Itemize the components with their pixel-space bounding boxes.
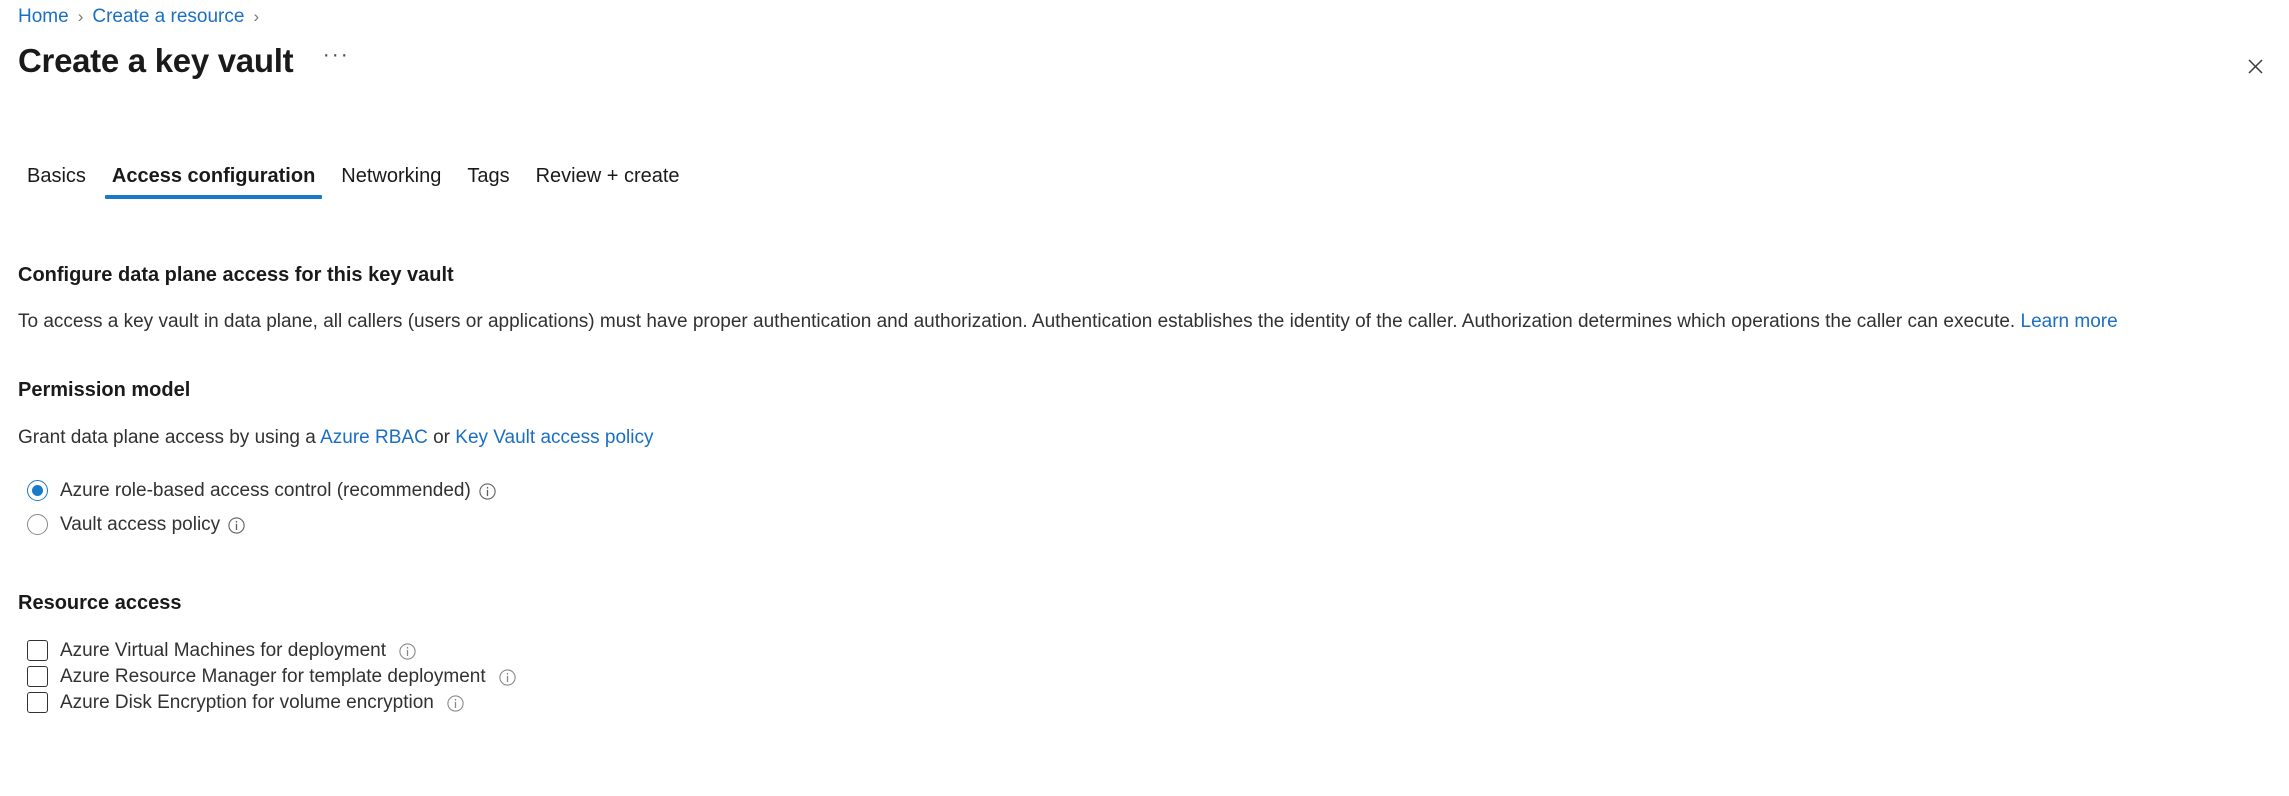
info-icon[interactable] (399, 642, 416, 660)
ellipsis-glyph: ··· (322, 43, 350, 66)
resource-access-heading: Resource access (18, 592, 182, 614)
info-icon[interactable] (447, 694, 464, 712)
tab-label: Review + create (535, 165, 680, 187)
checkbox-unchecked-icon[interactable] (27, 639, 48, 661)
tab-label: Basics (27, 165, 86, 187)
tab-networking[interactable]: Networking (328, 163, 454, 203)
checkbox-label: Azure Resource Manager for template depl… (60, 665, 486, 687)
configure-section-description: To access a key vault in data plane, all… (18, 309, 2249, 334)
key-vault-access-policy-link[interactable]: Key Vault access policy (455, 427, 653, 448)
title-row: Create a key vault ··· (18, 40, 353, 82)
checkbox-unchecked-icon[interactable] (27, 665, 48, 687)
close-icon[interactable] (2237, 48, 2273, 84)
permission-model-radio-group: Azure role-based access control (recomme… (18, 473, 2249, 541)
breadcrumb: Home › Create a resource › (18, 4, 268, 30)
learn-more-link[interactable]: Learn more (2021, 311, 2118, 332)
checkbox-option-azure-disk-encryption[interactable]: Azure Disk Encryption for volume encrypt… (18, 689, 464, 715)
radio-button-unselected-icon[interactable] (27, 513, 48, 535)
radio-label: Azure role-based access control (recomme… (60, 479, 471, 501)
tab-review-create[interactable]: Review + create (523, 163, 693, 203)
tab-access-configuration[interactable]: Access configuration (99, 163, 328, 203)
tab-label: Networking (341, 165, 442, 187)
checkbox-label: Azure Disk Encryption for volume encrypt… (60, 691, 434, 713)
breadcrumb-separator-icon: › (77, 7, 84, 26)
breadcrumb-separator-icon: › (253, 7, 260, 26)
info-icon[interactable] (479, 482, 496, 500)
tab-basics[interactable]: Basics (14, 163, 99, 203)
info-icon[interactable] (498, 668, 516, 686)
breadcrumb-item-home[interactable]: Home (18, 6, 69, 28)
checkbox-option-azure-resource-manager[interactable]: Azure Resource Manager for template depl… (18, 663, 516, 689)
tab-tags[interactable]: Tags (454, 163, 522, 203)
permission-model-heading: Permission model (18, 379, 191, 401)
tab-label: Tags (467, 165, 510, 187)
radio-option-azure-rbac[interactable]: Azure role-based access control (recomme… (18, 473, 496, 507)
description-text: To access a key vault in data plane, all… (18, 311, 2016, 332)
permission-model-description: Grant data plane access by using a Azure… (18, 425, 2249, 450)
azure-rbac-link[interactable]: Azure RBAC (320, 427, 428, 448)
main-content: Configure data plane access for this key… (18, 262, 2249, 715)
checkbox-unchecked-icon[interactable] (27, 691, 48, 713)
description-prefix: Grant data plane access by using a (18, 427, 316, 448)
configure-section-heading: Configure data plane access for this key… (18, 264, 454, 286)
more-options-icon[interactable]: ··· (319, 44, 353, 78)
radio-option-vault-access-policy[interactable]: Vault access policy (18, 507, 245, 541)
tab-label: Access configuration (111, 165, 316, 187)
radio-label: Vault access policy (60, 513, 221, 535)
info-icon[interactable] (228, 516, 245, 534)
description-middle: or (433, 427, 450, 448)
checkbox-option-azure-virtual-machines[interactable]: Azure Virtual Machines for deployment (18, 637, 416, 663)
resource-access-checkbox-group: Azure Virtual Machines for deployment Az… (18, 637, 2249, 715)
breadcrumb-item-create-a-resource[interactable]: Create a resource (92, 6, 244, 28)
page-title: Create a key vault (18, 42, 294, 79)
radio-button-selected-icon[interactable] (27, 479, 48, 501)
checkbox-label: Azure Virtual Machines for deployment (60, 639, 386, 661)
tab-bar: Basics Access configuration Networking T… (18, 163, 693, 209)
